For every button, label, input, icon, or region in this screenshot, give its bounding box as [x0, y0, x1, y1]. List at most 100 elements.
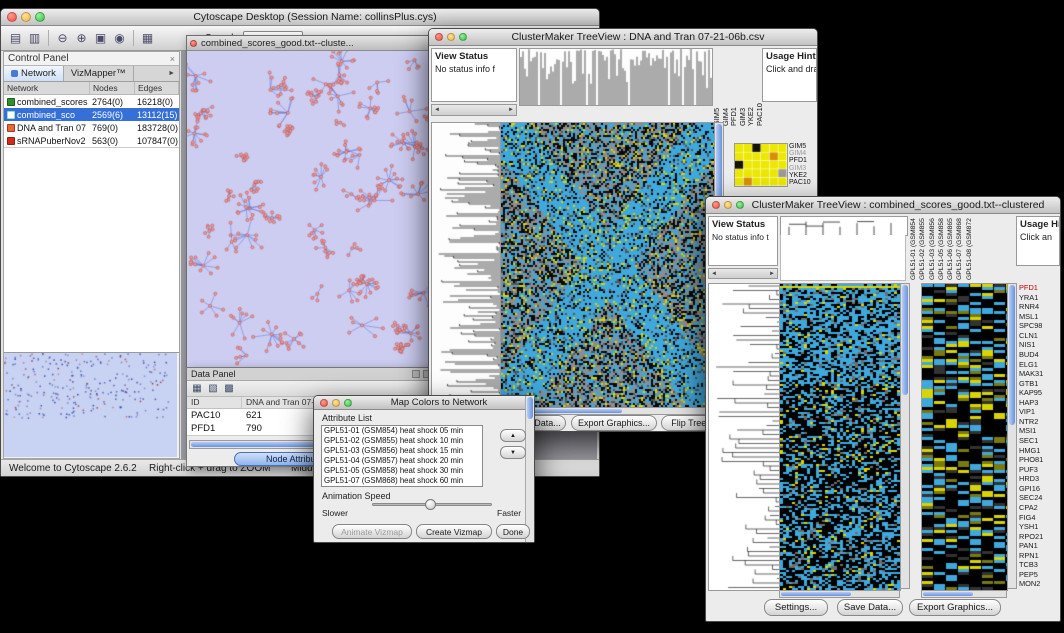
gene-label[interactable]: PUF3 — [1019, 465, 1060, 475]
minimize-button[interactable] — [21, 12, 31, 22]
attribute-item[interactable]: GPL51-03 (GSM856) heat shock 15 min — [322, 446, 482, 456]
minimize-button[interactable] — [447, 33, 455, 41]
gene-label[interactable]: NTR2 — [1019, 417, 1060, 427]
attribute-item[interactable]: GPL51-07 (GSM868) heat shock 60 min — [322, 476, 482, 486]
close-button[interactable] — [435, 33, 443, 41]
close-icon[interactable] — [190, 40, 197, 47]
row-label[interactable]: PFD1 — [789, 157, 817, 164]
panel-close-icon[interactable]: × — [170, 54, 175, 64]
column-label[interactable]: GIM3 — [738, 48, 746, 126]
gene-label[interactable]: MON2 — [1019, 579, 1060, 589]
left-arrow-icon[interactable]: ◄ — [434, 107, 440, 113]
right-arrow-icon[interactable]: ► — [508, 107, 514, 113]
network-list-item[interactable]: DNA and Tran 07 769(0) 183728(0) — [4, 121, 179, 134]
gene-label[interactable]: NIS1 — [1019, 340, 1060, 350]
column-label[interactable]: YKE2 — [746, 48, 754, 126]
birdseye-canvas[interactable] — [4, 353, 177, 457]
column-dendrogram[interactable] — [519, 48, 713, 106]
gene-label[interactable]: MSL1 — [1019, 312, 1060, 322]
minimize-button[interactable] — [724, 201, 732, 209]
network-canvas[interactable] — [187, 51, 435, 368]
save-data-button[interactable]: Save Data... — [837, 599, 903, 616]
map-colors-titlebar[interactable]: Map Colors to Network — [314, 396, 534, 410]
column-label[interactable]: GPL51-08 (GSM872 — [966, 216, 974, 280]
heatmap-global-view[interactable] — [779, 283, 901, 591]
attribute-item[interactable]: GPL51-01 (GSM854) heat shock 05 min — [322, 426, 482, 436]
gene-label[interactable]: SPC98 — [1019, 321, 1060, 331]
gene-label[interactable]: PAN1 — [1019, 541, 1060, 551]
attribute-list-scrollbar[interactable] — [525, 396, 534, 542]
column-label[interactable]: GPL51-02 (GSM855 — [919, 216, 927, 280]
row-label[interactable]: PAC10 — [789, 179, 817, 186]
gene-label[interactable]: PHO81 — [1019, 455, 1060, 465]
network-view-titlebar[interactable]: combined_scores_good.txt--cluste... — [187, 36, 435, 51]
cytoscape-titlebar[interactable]: Cytoscape Desktop (Session Name: collins… — [1, 9, 599, 26]
delete-attribute-icon[interactable]: ▩ — [223, 383, 235, 395]
gene-label[interactable]: MAK31 — [1019, 369, 1060, 379]
export-graphics-button[interactable]: Export Graphics... — [571, 415, 657, 431]
gene-label[interactable]: HMG1 — [1019, 446, 1060, 456]
zoom-in-icon[interactable]: ⊕ — [72, 29, 91, 47]
minimize-button[interactable] — [332, 399, 340, 407]
status-pager[interactable]: ◄ ► — [708, 268, 778, 279]
gene-label[interactable]: SEC24 — [1019, 493, 1060, 503]
close-button[interactable] — [320, 399, 328, 407]
gene-label[interactable]: PEP5 — [1019, 570, 1060, 580]
network-list-item[interactable]: combined_scores 2764(0) 16218(0) — [4, 95, 179, 108]
data-panel-tab[interactable]: Data Panel — [191, 369, 236, 379]
gene-label[interactable]: RPO21 — [1019, 532, 1060, 542]
zoom-window-button[interactable] — [736, 201, 744, 209]
row-dendrogram[interactable] — [708, 283, 780, 591]
float-icon[interactable] — [412, 370, 420, 378]
heatmap-zoom-view[interactable] — [734, 143, 788, 187]
export-graphics-button[interactable]: Export Graphics... — [909, 599, 1001, 616]
column-label[interactable]: GPL51-06 (GSM865 — [947, 216, 955, 280]
heatmap-global-view[interactable] — [500, 122, 715, 408]
gene-label[interactable]: RNR4 — [1019, 302, 1060, 312]
gene-label[interactable]: HRD3 — [1019, 474, 1060, 484]
gene-label[interactable]: CLN1 — [1019, 331, 1060, 341]
row-label[interactable]: GIM3 — [789, 165, 817, 172]
zoom-hscrollbar[interactable] — [921, 590, 1007, 598]
gene-label[interactable]: KAP95 — [1019, 388, 1060, 398]
column-label[interactable]: GPL51-01 (GSM854 — [910, 216, 918, 280]
zoom-window-button[interactable] — [344, 399, 352, 407]
animation-speed-slider[interactable] — [372, 503, 492, 506]
move-up-button[interactable]: ▲ — [500, 429, 526, 442]
heatmap-zoom-view[interactable] — [921, 283, 1008, 591]
gene-label[interactable]: YRA1 — [1019, 293, 1060, 303]
gene-label[interactable]: ELG1 — [1019, 360, 1060, 370]
zoom-fit-icon[interactable]: ▣ — [91, 29, 110, 47]
row-label[interactable]: GIM5 — [789, 143, 817, 150]
column-label[interactable]: GPL51-05 (GSM858 — [938, 216, 946, 280]
create-attribute-icon[interactable]: ▧ — [207, 383, 219, 395]
open-session-icon[interactable]: ▤ — [6, 29, 25, 47]
column-label[interactable]: GIM4 — [721, 48, 729, 126]
close-button[interactable] — [7, 12, 17, 22]
save-session-icon[interactable]: ▥ — [25, 29, 44, 47]
zoom-out-icon[interactable]: ⊖ — [53, 29, 72, 47]
select-attributes-icon[interactable]: ▦ — [191, 383, 203, 395]
slider-thumb[interactable] — [425, 499, 436, 510]
close-button[interactable] — [712, 201, 720, 209]
zoom-selected-icon[interactable]: ◉ — [110, 29, 129, 47]
animate-vizmap-button[interactable]: Animate Vizmap — [332, 524, 412, 539]
gene-label[interactable]: GTB1 — [1019, 379, 1060, 389]
column-label[interactable]: GIM5 — [712, 48, 720, 126]
row-dendrogram[interactable] — [431, 122, 501, 408]
scroll-thumb[interactable] — [527, 397, 533, 419]
move-down-button[interactable]: ▼ — [500, 446, 526, 459]
treeview-combined-titlebar[interactable]: ClusterMaker TreeView : combined_scores_… — [706, 197, 1060, 214]
gene-label[interactable]: PFD1 — [1019, 283, 1060, 293]
tab-network[interactable]: Network — [4, 66, 64, 81]
row-label[interactable]: YKE2 — [789, 172, 817, 179]
global-hscrollbar[interactable] — [779, 590, 900, 598]
row-label[interactable]: GIM4 — [789, 150, 817, 157]
status-pager[interactable]: ◄ ► — [431, 104, 517, 116]
scroll-thumb[interactable] — [902, 285, 908, 395]
gene-label[interactable]: RPN1 — [1019, 551, 1060, 561]
network-list-item[interactable]: sRNAPuberNov2 563(0) 107847(0) — [4, 134, 179, 147]
birdseye-view[interactable] — [4, 352, 179, 458]
scroll-thumb[interactable] — [1009, 285, 1015, 425]
scroll-thumb[interactable] — [923, 592, 973, 596]
